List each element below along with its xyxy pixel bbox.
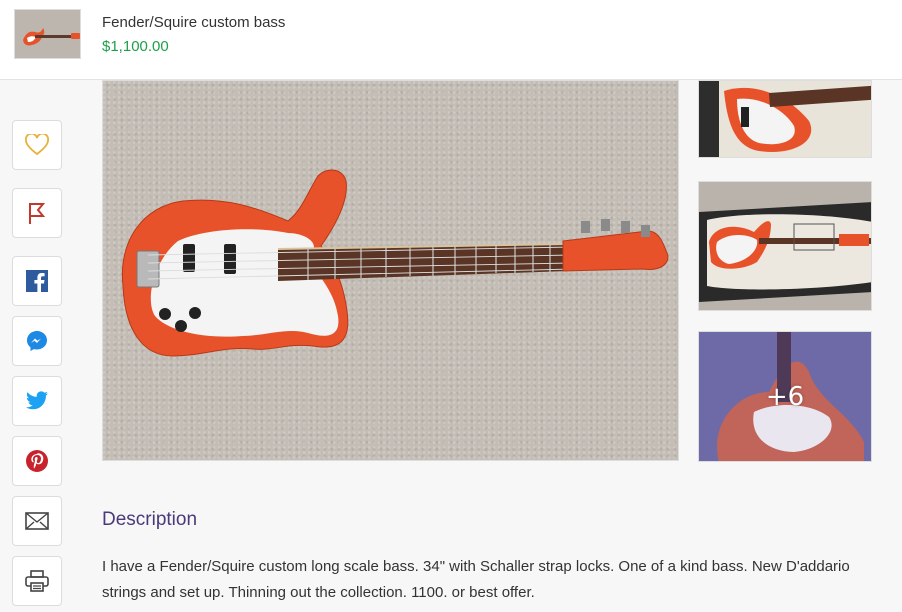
bass-guitar-image	[121, 169, 669, 357]
envelope-icon	[25, 512, 49, 530]
report-button[interactable]	[12, 188, 62, 238]
more-photos-button[interactable]: +6	[698, 331, 872, 462]
messenger-icon	[27, 331, 47, 351]
print-button[interactable]	[12, 556, 62, 606]
thumbnail-photo-1[interactable]	[698, 80, 872, 158]
listing-title: Fender/Squire custom bass	[102, 14, 286, 31]
favorite-button[interactable]	[12, 120, 62, 170]
listing-thumbnail[interactable]	[14, 9, 81, 59]
listing-price: $1,100.00	[102, 38, 169, 55]
pinterest-share-button[interactable]	[12, 436, 62, 486]
thumbnail-image-2	[699, 182, 871, 310]
description-heading: Description	[102, 509, 198, 530]
more-photos-count: +6	[765, 381, 805, 412]
thumbnail-photo-2[interactable]	[698, 181, 872, 311]
description-text: I have a Fender/Squire custom long scale…	[102, 558, 850, 601]
printer-icon	[25, 570, 49, 592]
flag-icon	[29, 203, 46, 224]
email-share-button[interactable]	[12, 496, 62, 546]
twitter-share-button[interactable]	[12, 376, 62, 426]
main-photo[interactable]	[102, 80, 679, 461]
thumbnail-image-1	[699, 81, 871, 157]
messenger-share-button[interactable]	[12, 316, 62, 366]
facebook-share-button[interactable]	[12, 256, 62, 306]
facebook-icon	[26, 270, 48, 292]
twitter-icon	[26, 391, 48, 410]
listing-header: Fender/Squire custom bass $1,100.00	[0, 0, 902, 80]
pinterest-icon	[26, 450, 48, 472]
heart-icon	[25, 134, 49, 156]
